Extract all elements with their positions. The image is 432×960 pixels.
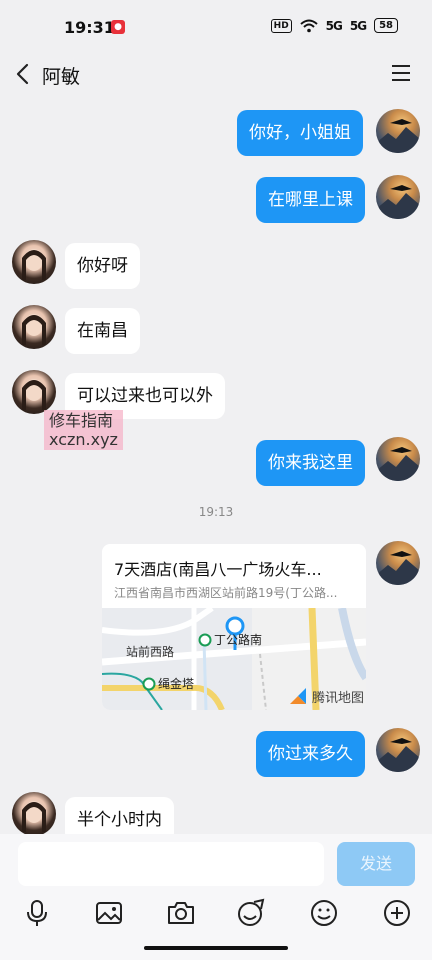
self-avatar[interactable]	[376, 175, 420, 219]
self-avatar[interactable]	[376, 109, 420, 153]
peer-avatar[interactable]	[12, 305, 56, 349]
peer-avatar[interactable]	[12, 792, 56, 836]
location-name: 7天酒店(南昌八一广场火车...	[114, 560, 322, 579]
location-map[interactable]: 丁公路南 站前西路 绳金塔 腾讯地图	[102, 608, 366, 710]
message-bubble-self[interactable]: 你过来多久	[256, 731, 365, 777]
plus-icon[interactable]	[382, 898, 412, 928]
menu-icon[interactable]	[390, 62, 412, 84]
message-bubble-peer[interactable]: 在南昌	[65, 308, 140, 354]
camera-icon[interactable]	[166, 898, 196, 928]
battery-level: 58	[374, 18, 398, 33]
self-avatar[interactable]	[376, 437, 420, 481]
message-input[interactable]	[18, 842, 324, 886]
voice-icon[interactable]	[22, 898, 52, 928]
input-area: 发送	[0, 834, 432, 960]
doodle-icon[interactable]	[236, 898, 266, 928]
message-bubble-self[interactable]: 你好，小姐姐	[237, 110, 363, 156]
input-toolbar	[0, 896, 432, 936]
status-indicators: HD 5G 5G 58	[270, 18, 398, 33]
chat-header: 阿敏	[0, 56, 432, 92]
self-avatar[interactable]	[376, 728, 420, 772]
wifi-icon	[300, 19, 318, 32]
back-arrow-icon[interactable]	[10, 60, 38, 88]
map-provider-label: 腾讯地图	[312, 690, 364, 706]
message-bubble-self[interactable]: 在哪里上课	[256, 177, 365, 223]
self-avatar[interactable]	[376, 541, 420, 585]
hd-badge: HD	[270, 18, 292, 33]
map-label-station-1: 丁公路南	[214, 632, 262, 647]
contact-name: 阿敏	[42, 66, 81, 88]
status-bar: 19:31 ● HD 5G 5G 58	[0, 0, 432, 56]
home-indicator[interactable]	[144, 946, 288, 950]
map-label-road: 站前西路	[126, 644, 174, 659]
peer-avatar[interactable]	[12, 370, 56, 414]
message-timestamp: 19:13	[198, 505, 234, 519]
peer-avatar[interactable]	[12, 240, 56, 284]
emoji-icon[interactable]	[309, 898, 339, 928]
message-bubble-peer[interactable]: 你好呀	[65, 243, 140, 289]
watermark: 修车指南 xczn.xyz	[44, 410, 123, 450]
location-address: 江西省南昌市西湖区站前路19号(丁公路...	[114, 586, 338, 600]
send-button[interactable]: 发送	[337, 842, 415, 886]
location-card[interactable]: 7天酒店(南昌八一广场火车... 江西省南昌市西湖区站前路19号(丁公路... …	[102, 544, 366, 710]
watermark-line-2: xczn.xyz	[49, 430, 118, 449]
message-bubble-self[interactable]: 你来我这里	[256, 440, 365, 486]
image-icon[interactable]	[94, 898, 124, 928]
watermark-line-1: 修车指南	[49, 411, 114, 430]
signal-5g-2: 5G	[349, 18, 367, 33]
map-label-station-2: 绳金塔	[158, 676, 194, 691]
app-notification-icon: ●	[111, 20, 125, 34]
status-time: 19:31	[64, 18, 115, 37]
signal-5g-1: 5G	[325, 18, 343, 33]
